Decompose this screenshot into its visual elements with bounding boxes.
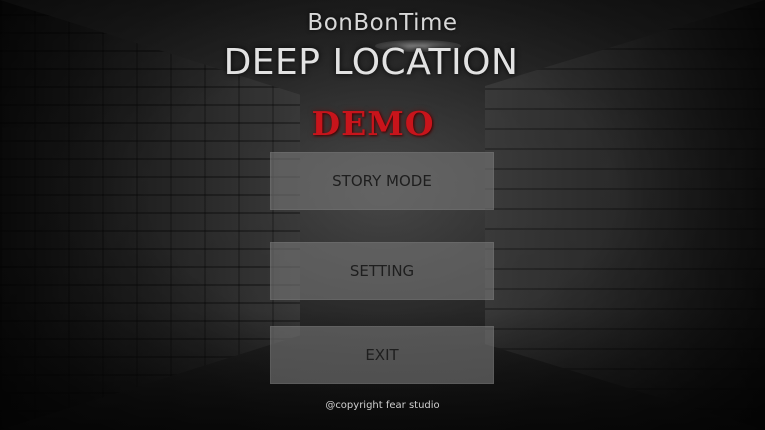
game-title: DEEP LOCATION — [223, 42, 519, 83]
exit-label: EXIT — [365, 346, 399, 364]
studio-name: BonBonTime — [307, 10, 458, 36]
story-mode-button[interactable]: STORY MODE — [270, 152, 494, 210]
exit-button[interactable]: EXIT — [270, 326, 494, 384]
copyright-text: @copyright fear studio — [325, 400, 440, 411]
setting-label: SETTING — [349, 262, 415, 280]
story-mode-label: STORY MODE — [332, 172, 432, 190]
setting-button[interactable]: SETTING — [270, 242, 494, 300]
demo-badge: DEMO — [311, 104, 435, 143]
main-menu-screen: BonBonTime DEEP LOCATION DEMO STORY MODE… — [0, 0, 765, 430]
